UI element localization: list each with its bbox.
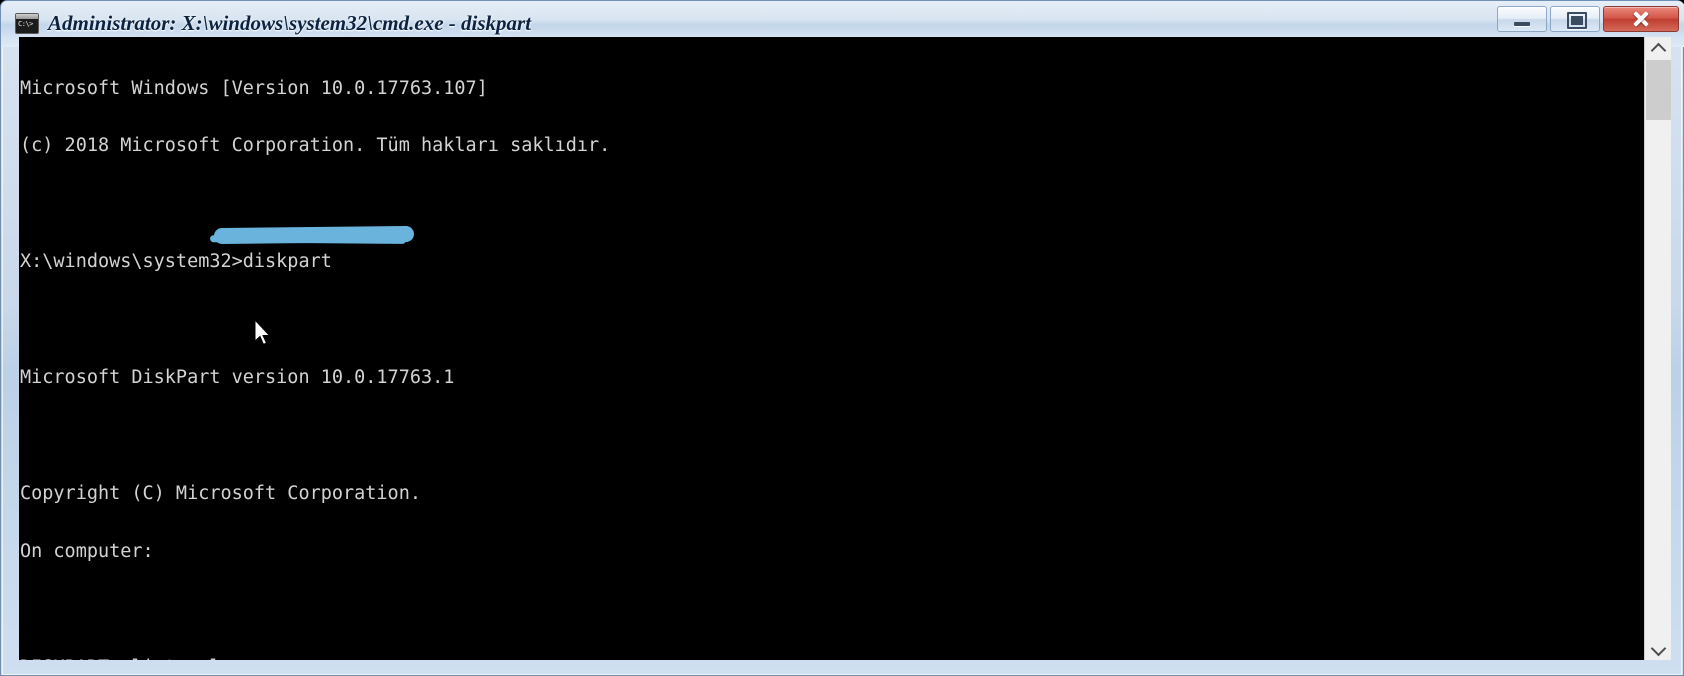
scrollbar-thumb[interactable] bbox=[1646, 60, 1671, 120]
computer-name-redaction-mark bbox=[213, 225, 415, 245]
scrollbar-up-button[interactable] bbox=[1645, 37, 1671, 59]
console-output-area[interactable]: Microsoft Windows [Version 10.0.17763.10… bbox=[19, 37, 1646, 660]
console-prompt-line: DISKPART> list vol bbox=[20, 657, 610, 660]
console-scrollbar[interactable] bbox=[1644, 37, 1671, 660]
title-bar-left-group: Administrator: X:\windows\system32\cmd.e… bbox=[15, 9, 531, 37]
console-line: X:\windows\system32>diskpart bbox=[20, 251, 332, 273]
console-line-blank bbox=[20, 194, 610, 213]
scrollbar-down-button[interactable] bbox=[1645, 638, 1671, 660]
minimize-icon bbox=[1514, 22, 1530, 27]
console-line: Microsoft Windows [Version 10.0.17763.10… bbox=[20, 77, 488, 99]
chevron-down-icon bbox=[1650, 640, 1667, 657]
minimize-button[interactable] bbox=[1497, 6, 1547, 32]
console-line-blank bbox=[20, 600, 610, 619]
restore-button[interactable] bbox=[1550, 6, 1600, 32]
console-text: Microsoft Windows [Version 10.0.17763.10… bbox=[20, 40, 610, 660]
console-line-blank bbox=[20, 310, 610, 329]
chevron-up-icon bbox=[1650, 42, 1667, 59]
cmd-console-icon[interactable] bbox=[15, 12, 39, 34]
window-title-text: Administrator: X:\windows\system32\cmd.e… bbox=[48, 10, 532, 35]
window-controls bbox=[1494, 6, 1679, 32]
restore-icon bbox=[1567, 12, 1587, 29]
console-prompt-text: DISKPART> list vol bbox=[20, 657, 220, 660]
console-line-computer-name: On computer: bbox=[20, 540, 165, 562]
console-line-blank bbox=[20, 426, 610, 445]
cmd-window: Administrator: X:\windows\system32\cmd.e… bbox=[0, 0, 1684, 676]
console-line: Microsoft DiskPart version 10.0.17763.1 bbox=[20, 367, 455, 389]
console-line: (c) 2018 Microsoft Corporation. Tüm hakl… bbox=[20, 135, 611, 157]
close-button[interactable] bbox=[1603, 6, 1679, 32]
scrollbar-track[interactable] bbox=[1645, 59, 1671, 638]
console-line: Copyright (C) Microsoft Corporation. bbox=[20, 482, 421, 504]
close-icon bbox=[1631, 9, 1651, 29]
